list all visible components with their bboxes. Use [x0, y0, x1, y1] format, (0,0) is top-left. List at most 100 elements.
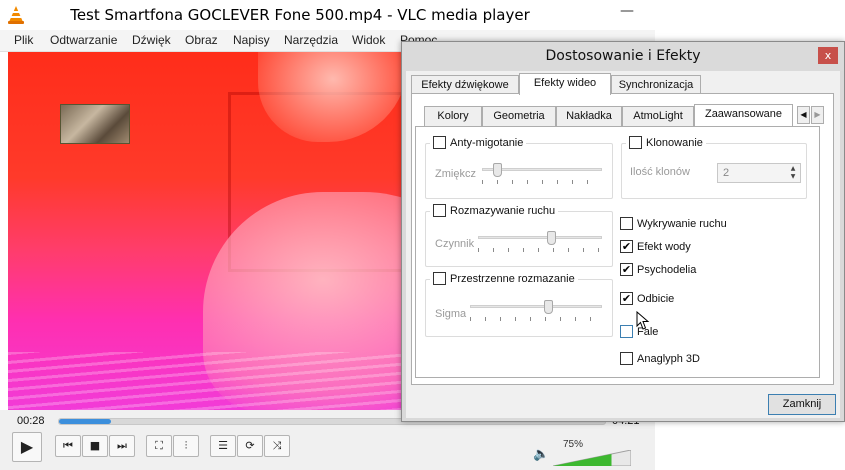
- slider-groove: [478, 236, 602, 239]
- motionblur-factor-slider[interactable]: [478, 231, 602, 252]
- clone-group: Klonowanie Ilość klonów 2 ▲ ▼: [621, 136, 807, 199]
- psychedelic-checkbox[interactable]: ✔: [620, 263, 633, 276]
- clone-label: Klonowanie: [646, 136, 703, 149]
- loop-button[interactable]: ⟳: [237, 435, 263, 457]
- menu-odtwarzanie[interactable]: Odtwarzanie: [50, 33, 117, 47]
- next-icon: ⏭: [117, 439, 127, 452]
- tab-advanced[interactable]: Zaawansowane: [694, 104, 793, 126]
- anaglyph-checkbox[interactable]: [620, 352, 633, 365]
- arrow-right-icon: ▶: [814, 110, 821, 119]
- volume-percent: 75%: [563, 439, 584, 450]
- dialog-title: Dostosowanie i Efekty: [545, 48, 701, 64]
- loop-icon: ⟳: [245, 439, 255, 452]
- antiflicker-checkbox[interactable]: [433, 136, 446, 149]
- spatialblur-label: Przestrzenne rozmazanie: [450, 272, 575, 285]
- menu-widok[interactable]: Widok: [352, 33, 385, 47]
- video-clone-thumbnail: [60, 104, 130, 144]
- antiflicker-label: Anty-migotanie: [450, 136, 524, 149]
- slider-ticks: [482, 180, 602, 184]
- motionblur-factor-label: Czynnik: [435, 238, 475, 250]
- tab-atmolight[interactable]: AtmoLight: [622, 106, 694, 126]
- slider-thumb[interactable]: [544, 300, 553, 314]
- menu-plik[interactable]: Plik: [14, 33, 33, 47]
- anaglyph-label: Anaglyph 3D: [637, 352, 700, 365]
- extended-settings-button[interactable]: ⫶: [173, 435, 199, 457]
- motion-detect-row[interactable]: Wykrywanie ruchu: [620, 217, 727, 230]
- motion-detect-label: Wykrywanie ruchu: [637, 217, 727, 230]
- menu-obraz[interactable]: Obraz: [185, 33, 218, 47]
- shuffle-icon: ⤨: [272, 439, 282, 452]
- dialog-body: Efekty dźwiękowe Efekty wideo Synchroniz…: [406, 71, 840, 418]
- dialog-titlebar[interactable]: Dostosowanie i Efekty x: [402, 42, 844, 71]
- speaker-icon[interactable]: 🔈: [533, 447, 549, 462]
- spatialblur-sigma-slider[interactable]: [470, 300, 602, 321]
- spatialblur-header: Przestrzenne rozmazanie: [430, 272, 578, 285]
- anaglyph-row[interactable]: Anaglyph 3D: [620, 352, 700, 365]
- close-icon: x: [824, 49, 832, 62]
- motionblur-group: Rozmazywanie ruchu Czynnik: [425, 204, 613, 267]
- arrow-left-icon: ◀: [800, 110, 807, 119]
- water-effect-checkbox[interactable]: ✔: [620, 240, 633, 253]
- play-button[interactable]: ▶: [12, 432, 42, 462]
- mouse-pointer-icon: [636, 311, 650, 330]
- motion-detect-checkbox[interactable]: [620, 217, 633, 230]
- tab-geometry[interactable]: Geometria: [482, 106, 556, 126]
- slider-thumb[interactable]: [493, 163, 502, 177]
- clone-header: Klonowanie: [626, 136, 706, 149]
- tab-colors[interactable]: Kolory: [424, 106, 482, 126]
- antiflicker-header: Anty-migotanie: [430, 136, 527, 149]
- spin-arrows-icon[interactable]: ▲ ▼: [787, 165, 799, 181]
- spatialblur-sigma-label: Sigma: [435, 308, 467, 320]
- seek-progress: [59, 419, 111, 424]
- menu-dzwiek[interactable]: Dźwięk: [132, 33, 171, 47]
- close-button[interactable]: Zamknij: [768, 394, 836, 415]
- motionblur-header: Rozmazywanie ruchu: [430, 204, 559, 217]
- tabs-scroll-right-button[interactable]: ▶: [811, 106, 824, 124]
- menu-narzedzia[interactable]: Narzędzia: [284, 33, 338, 47]
- motionblur-label: Rozmazywanie ruchu: [450, 204, 556, 217]
- spatialblur-group: Przestrzenne rozmazanie Sigma: [425, 272, 613, 337]
- next-button[interactable]: ⏭: [109, 435, 135, 457]
- slider-groove: [470, 305, 602, 308]
- vlc-titlebar[interactable]: Test Smartfona GOCLEVER Fone 500.mp4 - V…: [0, 0, 655, 30]
- clone-count-value: 2: [723, 167, 730, 179]
- motionblur-checkbox[interactable]: [433, 204, 446, 217]
- tab-overlay[interactable]: Nakładka: [556, 106, 622, 126]
- time-elapsed: 00:28: [17, 415, 45, 427]
- play-icon: ▶: [20, 437, 34, 456]
- clone-count-label: Ilość klonów: [630, 166, 690, 178]
- slider-ticks: [478, 248, 602, 252]
- tab-audio-effects[interactable]: Efekty dźwiękowe: [411, 75, 519, 95]
- psychedelic-row[interactable]: ✔ Psychodelia: [620, 263, 696, 276]
- tab-synchronization[interactable]: Synchronizacja: [611, 75, 701, 95]
- stop-icon: ■: [89, 439, 101, 452]
- previous-button[interactable]: ⏮: [55, 435, 81, 457]
- tabs-scroll-left-button[interactable]: ◀: [797, 106, 810, 124]
- antiflicker-softening-slider[interactable]: [482, 163, 602, 184]
- previous-icon: ⏮: [63, 439, 73, 452]
- menu-napisy[interactable]: Napisy: [233, 33, 270, 47]
- psychedelic-label: Psychodelia: [637, 263, 697, 276]
- volume-slider[interactable]: [553, 450, 631, 466]
- fullscreen-button[interactable]: ⛶: [146, 435, 172, 457]
- playlist-button[interactable]: ☰: [210, 435, 236, 457]
- fullscreen-icon: ⛶: [155, 439, 163, 452]
- antiflicker-softening-label: Zmiękcz: [435, 168, 476, 180]
- tab-video-effects[interactable]: Efekty wideo: [519, 73, 611, 95]
- slider-ticks: [470, 317, 602, 321]
- mirror-label: Odbicie: [637, 292, 675, 305]
- slider-thumb[interactable]: [547, 231, 556, 245]
- clone-checkbox[interactable]: [629, 136, 642, 149]
- stop-button[interactable]: ■: [82, 435, 108, 457]
- adjustments-effects-dialog: Dostosowanie i Efekty x Efekty dźwiękowe…: [401, 41, 845, 422]
- water-effect-row[interactable]: ✔ Efekt wody: [620, 240, 691, 253]
- dialog-close-button[interactable]: x: [818, 47, 838, 64]
- spatialblur-checkbox[interactable]: [433, 272, 446, 285]
- water-effect-label: Efekt wody: [637, 240, 691, 253]
- mirror-checkbox[interactable]: ✔: [620, 292, 633, 305]
- waves-checkbox[interactable]: [620, 325, 633, 338]
- clone-count-spinbox[interactable]: 2 ▲ ▼: [717, 163, 801, 183]
- minimize-button[interactable]: —: [612, 0, 642, 24]
- mirror-row[interactable]: ✔ Odbicie: [620, 292, 674, 305]
- shuffle-button[interactable]: ⤨: [264, 435, 290, 457]
